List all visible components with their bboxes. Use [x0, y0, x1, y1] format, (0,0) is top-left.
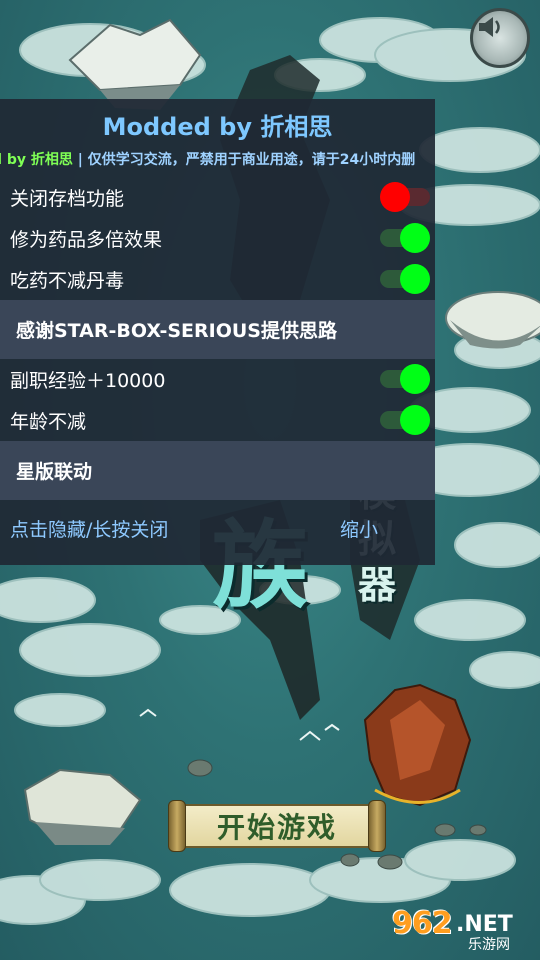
toggle-label: 修为药品多倍效果: [10, 229, 163, 251]
toggle-switch[interactable]: [380, 404, 430, 436]
minimize-button[interactable]: 缩小: [340, 515, 378, 542]
toggle-switch[interactable]: [380, 263, 430, 295]
watermark-number: 962: [392, 906, 453, 941]
marquee-text: | 仅供学习交流，严禁用于商业用途，请于24小时内删: [72, 152, 416, 168]
marquee-prefix: d by 折相思: [0, 152, 73, 168]
toggle-label: 吃药不减丹毒: [10, 270, 125, 292]
toggle-row-job-exp[interactable]: 副职经验＋10000: [0, 359, 435, 400]
hide-close-button[interactable]: 点击隐藏/长按关闭: [10, 515, 168, 542]
mod-menu-panel: Modded by 折相思 d by 折相思 | 仅供学习交流，严禁用于商业用途…: [0, 99, 435, 565]
section-header-credits: 感谢STAR-BOX-SERIOUS提供思路: [0, 300, 435, 359]
start-game-label: 开始游戏: [216, 811, 337, 844]
toggle-switch[interactable]: [380, 222, 430, 254]
toggle-row-no-poison[interactable]: 吃药不减丹毒: [0, 259, 435, 300]
start-game-button[interactable]: 开始游戏: [168, 800, 386, 852]
menu-marquee: d by 折相思 | 仅供学习交流，严禁用于商业用途，请于24小时内删: [0, 149, 435, 171]
toggle-label: 年龄不减: [10, 411, 87, 433]
toggle-row-no-aging[interactable]: 年龄不减: [0, 400, 435, 441]
watermark-site-name: 乐游网: [468, 937, 510, 953]
menu-title: Modded by 折相思: [102, 112, 333, 141]
site-watermark: 962 .NET 乐游网: [392, 906, 532, 954]
toggle-switch[interactable]: [380, 363, 430, 395]
menu-footer: 点击隐藏/长按关闭 缩小: [0, 503, 435, 555]
toggle-row-disable-save[interactable]: 关闭存档功能: [0, 177, 435, 218]
toggle-label: 副职经验＋10000: [10, 370, 166, 392]
section-header-linkage: 星版联动: [0, 441, 435, 500]
speaker-icon: [479, 17, 500, 37]
toggle-switch[interactable]: [380, 181, 430, 213]
toggle-row-multi-effect[interactable]: 修为药品多倍效果: [0, 218, 435, 259]
toggle-label: 关闭存档功能: [10, 188, 125, 210]
sound-toggle-button[interactable]: [470, 8, 530, 68]
